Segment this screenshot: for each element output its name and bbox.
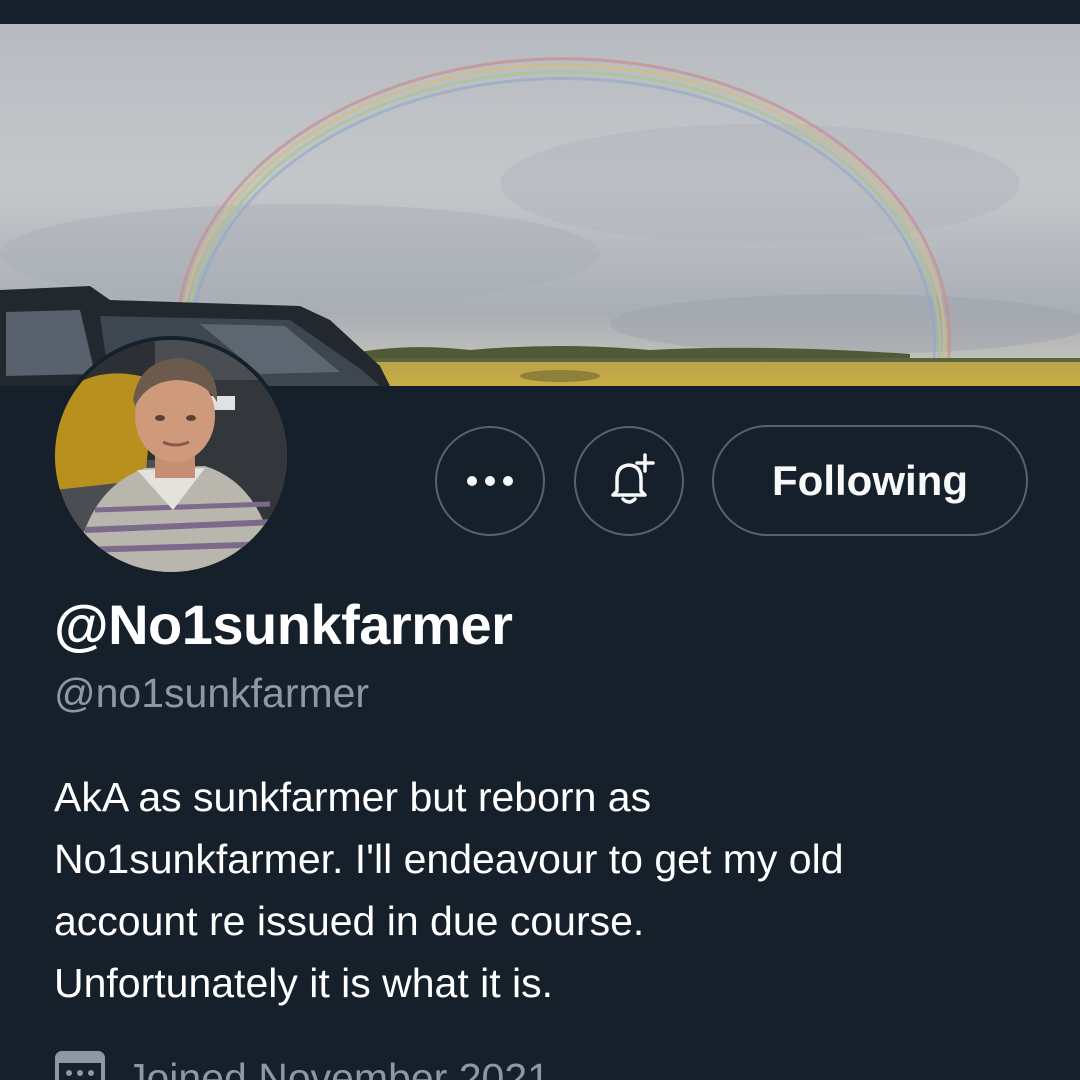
- calendar-icon: [54, 1048, 106, 1080]
- joined-date: Joined November 2021: [54, 1048, 550, 1080]
- notifications-button[interactable]: [574, 426, 684, 536]
- joined-text: Joined November 2021: [126, 1054, 550, 1080]
- bio-line: No1sunkfarmer. I'll endeavour to get my …: [54, 836, 844, 882]
- profile-page: Following @No1sunkfarmer @no1sunkfarmer …: [0, 0, 1080, 1080]
- top-strip: [0, 0, 1080, 24]
- more-horizontal-icon: [467, 476, 513, 486]
- avatar-photo: [55, 340, 287, 572]
- bio-line: account re issued in due course.: [54, 898, 645, 944]
- following-button[interactable]: Following: [712, 425, 1028, 536]
- more-options-button[interactable]: [435, 426, 545, 536]
- profile-bio: AkA as sunkfarmer but reborn as No1sunkf…: [54, 766, 1034, 1014]
- display-name: @No1sunkfarmer: [54, 593, 513, 656]
- banner-photo: [0, 24, 1080, 386]
- bio-line: Unfortunately it is what it is.: [54, 960, 554, 1006]
- user-handle: @no1sunkfarmer: [54, 670, 370, 716]
- bio-line: AkA as sunkfarmer but reborn as: [54, 774, 652, 820]
- profile-avatar[interactable]: [51, 336, 291, 576]
- bell-plus-icon: [611, 453, 655, 504]
- profile-banner[interactable]: [0, 24, 1080, 386]
